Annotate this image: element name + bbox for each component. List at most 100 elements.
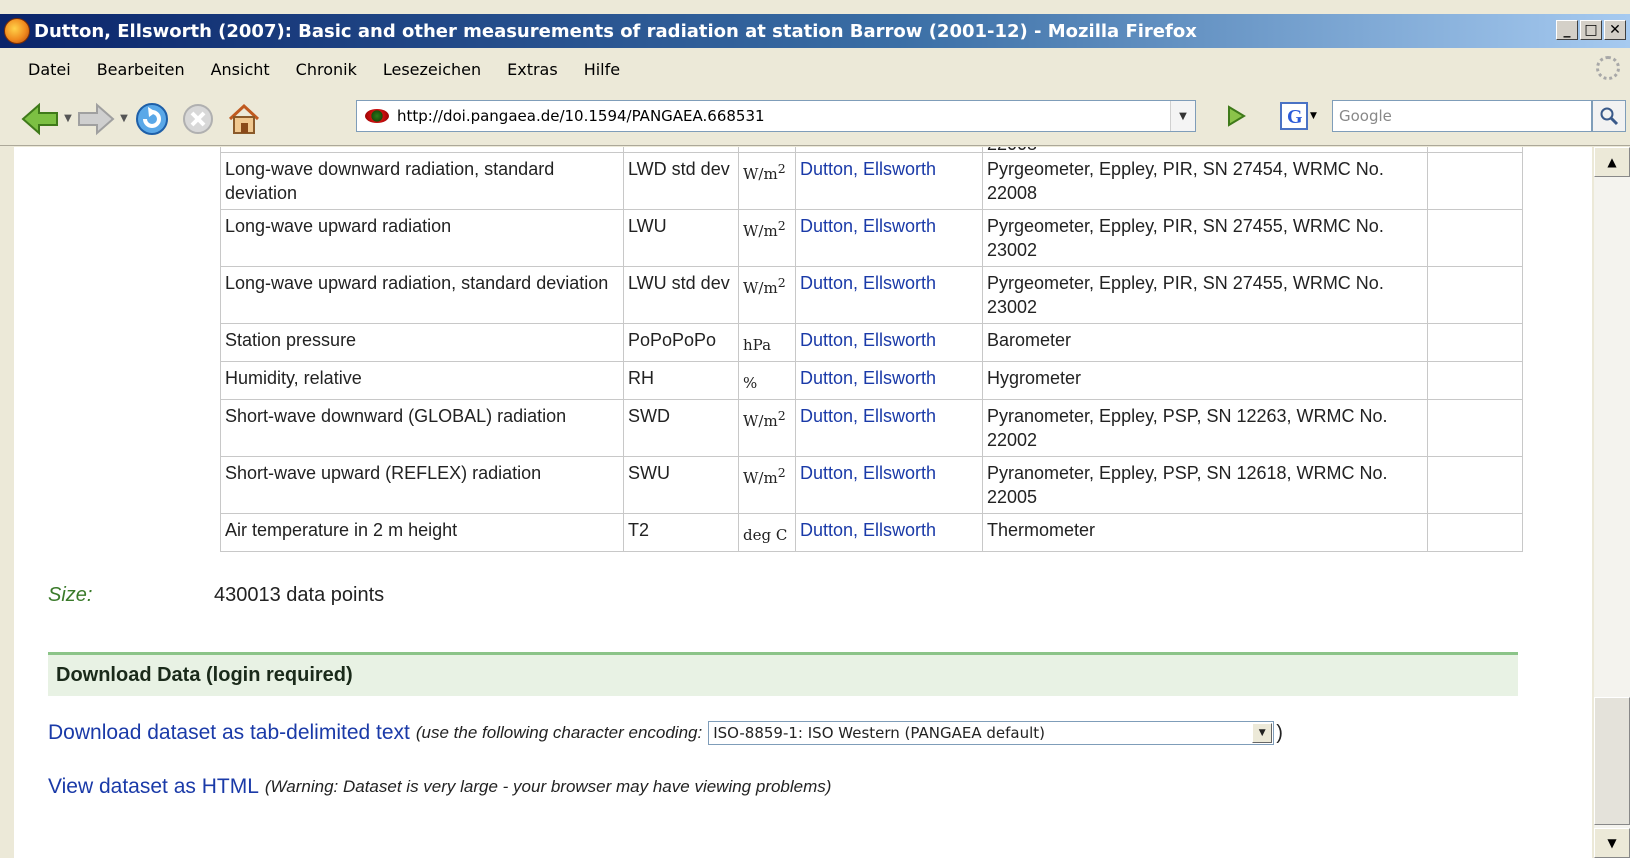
encoding-note: (use the following character encoding: xyxy=(415,723,703,742)
size-label: Size: xyxy=(48,584,93,606)
pi-link[interactable]: Dutton, Ellsworth xyxy=(795,399,983,457)
svg-text:G: G xyxy=(1287,106,1303,128)
table-cell-comment xyxy=(1427,399,1523,457)
pi-link[interactable]: Dutton, Ellsworth xyxy=(795,456,983,514)
table-cell-unit: % xyxy=(738,361,796,400)
table-cell-comment xyxy=(1427,361,1523,400)
stop-icon[interactable] xyxy=(178,99,218,139)
window-controls: _ □ ✕ xyxy=(1556,20,1626,40)
table-cell-comment xyxy=(1427,152,1523,210)
table-cell-unit: deg C xyxy=(738,513,796,552)
activity-throbber-icon xyxy=(1596,56,1620,80)
browser-window: Dutton, Ellsworth (2007): Basic and othe… xyxy=(0,0,1630,858)
size-value: 430013 data points xyxy=(214,584,385,606)
table-cell-comment xyxy=(1427,323,1523,362)
close-button[interactable]: ✕ xyxy=(1604,20,1626,40)
closing-paren: ) xyxy=(1276,721,1283,744)
table-row: Air temperature in 2 m height T2 deg C D… xyxy=(220,513,1523,552)
chevron-down-icon[interactable]: ▼ xyxy=(1252,723,1273,743)
search-placeholder: Google xyxy=(1339,107,1392,125)
site-favicon-icon xyxy=(365,109,389,123)
download-tab-line: Download dataset as tab-delimited text (… xyxy=(48,721,1283,745)
table-cell-short-name: LWU std dev xyxy=(623,266,739,324)
menu-chronik[interactable]: Chronik xyxy=(283,60,370,79)
encoding-select[interactable]: ISO-8859-1: ISO Western (PANGAEA default… xyxy=(708,721,1275,745)
reload-icon[interactable] xyxy=(132,99,172,139)
back-arrow-icon[interactable] xyxy=(20,99,60,139)
forward-arrow-icon[interactable] xyxy=(76,99,116,139)
table-cell-parameter: Humidity, relative xyxy=(220,361,624,400)
table-cell-unit: W/m2 xyxy=(738,209,796,267)
google-search-engine-icon[interactable]: G ▼ xyxy=(1280,100,1320,132)
maximize-button[interactable]: □ xyxy=(1580,20,1602,40)
back-history-dropdown[interactable]: ▼ xyxy=(60,113,76,124)
table-cell-method: Pyranometer, Eppley, PSP, SN 12618, WRMC… xyxy=(982,456,1428,514)
table-row: Humidity, relative RH % Dutton, Ellswort… xyxy=(220,361,1523,400)
table-cell-short-name: PoPoPoPo xyxy=(623,323,739,362)
download-tab-link[interactable]: Download dataset as tab-delimited text xyxy=(48,721,410,745)
minimize-button[interactable]: _ xyxy=(1556,20,1578,40)
pi-link[interactable]: Dutton, Ellsworth xyxy=(795,323,983,362)
url-history-dropdown[interactable]: ▼ xyxy=(1170,101,1195,131)
table-cell-parameter: Long-wave downward radiation, standard d… xyxy=(220,152,624,210)
table-cell-comment xyxy=(1427,209,1523,267)
pi-link[interactable]: Dutton, Ellsworth xyxy=(795,152,983,210)
firefox-logo-icon xyxy=(4,18,30,44)
menu-lesezeichen[interactable]: Lesezeichen xyxy=(370,60,494,79)
navigation-toolbar: ▼ ▼ http://doi.pangaea.de/10.1594/PANGAE… xyxy=(0,92,1630,146)
table-cell-comment xyxy=(1427,266,1523,324)
vertical-scrollbar[interactable]: ▲ ▼ xyxy=(1594,147,1630,858)
table-row: Long-wave upward radiation LWU W/m2 Dutt… xyxy=(220,209,1523,267)
table-cell-method: Pyrgeometer, Eppley, PIR, SN 27455, WRMC… xyxy=(982,209,1428,267)
window-title: Dutton, Ellsworth (2007): Basic and othe… xyxy=(34,20,1197,42)
table-cell-unit: W/m2 xyxy=(738,266,796,324)
menu-hilfe[interactable]: Hilfe xyxy=(571,60,633,79)
scroll-up-button[interactable]: ▲ xyxy=(1594,147,1630,177)
magnifier-icon[interactable] xyxy=(1592,100,1626,132)
table-cell-parameter: Short-wave upward (REFLEX) radiation xyxy=(220,456,624,514)
view-html-link[interactable]: View dataset as HTML xyxy=(48,775,259,799)
table-row: Long-wave downward radiation, standard d… xyxy=(220,152,1523,210)
pi-link[interactable]: Dutton, Ellsworth xyxy=(795,266,983,324)
table-cell-method: Barometer xyxy=(982,323,1428,362)
title-bar: Dutton, Ellsworth (2007): Basic and othe… xyxy=(0,14,1630,48)
table-cell-method: Pyrgeometer, Eppley, PIR, SN 27454, WRMC… xyxy=(982,152,1428,210)
pi-link[interactable]: Dutton, Ellsworth xyxy=(795,209,983,267)
table-cell-short-name: LWU xyxy=(623,209,739,267)
go-arrow-icon[interactable] xyxy=(1220,100,1252,132)
forward-history-dropdown[interactable]: ▼ xyxy=(116,113,132,124)
pi-link[interactable]: Dutton, Ellsworth xyxy=(795,361,983,400)
search-input[interactable]: Google xyxy=(1332,100,1592,132)
page-content: 22008 Long-wave downward radiation, stan… xyxy=(14,147,1592,858)
table-row: Short-wave upward (REFLEX) radiation SWU… xyxy=(220,456,1523,514)
table-cell-unit: W/m2 xyxy=(738,152,796,210)
table-cell-short-name: LWD std dev xyxy=(623,152,739,210)
table-cell-parameter: Short-wave downward (GLOBAL) radiation xyxy=(220,399,624,457)
table-row: Station pressure PoPoPoPo hPa Dutton, El… xyxy=(220,323,1523,362)
table-cell-short-name: T2 xyxy=(623,513,739,552)
menu-bearbeiten[interactable]: Bearbeiten xyxy=(84,60,198,79)
table-cell-method: Thermometer xyxy=(982,513,1428,552)
encoding-selected-value: ISO-8859-1: ISO Western (PANGAEA default… xyxy=(713,724,1045,742)
table-cell-comment xyxy=(1427,513,1523,552)
view-html-warning: (Warning: Dataset is very large - your b… xyxy=(264,777,832,796)
pi-link[interactable]: Dutton, Ellsworth xyxy=(795,513,983,552)
menu-ansicht[interactable]: Ansicht xyxy=(198,60,283,79)
address-bar[interactable]: http://doi.pangaea.de/10.1594/PANGAEA.66… xyxy=(356,100,1196,132)
url-text: http://doi.pangaea.de/10.1594/PANGAEA.66… xyxy=(397,107,765,125)
menu-datei[interactable]: Datei xyxy=(0,60,84,79)
table-cell-short-name: SWU xyxy=(623,456,739,514)
menu-extras[interactable]: Extras xyxy=(494,60,571,79)
home-icon[interactable] xyxy=(224,99,264,139)
table-cell-parameter: Long-wave upward radiation xyxy=(220,209,624,267)
menu-bar: Datei Bearbeiten Ansicht Chronik Lesezei… xyxy=(0,52,1630,86)
table-cell-parameter: Air temperature in 2 m height xyxy=(220,513,624,552)
table-cell-comment xyxy=(1427,456,1523,514)
table-cell-unit: W/m2 xyxy=(738,399,796,457)
table-cell-method: Pyrgeometer, Eppley, PIR, SN 27455, WRMC… xyxy=(982,266,1428,324)
table-cell-parameter: Long-wave upward radiation, standard dev… xyxy=(220,266,624,324)
table-cell-short-name: RH xyxy=(623,361,739,400)
scroll-thumb[interactable] xyxy=(1594,697,1630,825)
scroll-down-button[interactable]: ▼ xyxy=(1594,828,1630,858)
parameter-table: 22008 Long-wave downward radiation, stan… xyxy=(220,147,1523,552)
